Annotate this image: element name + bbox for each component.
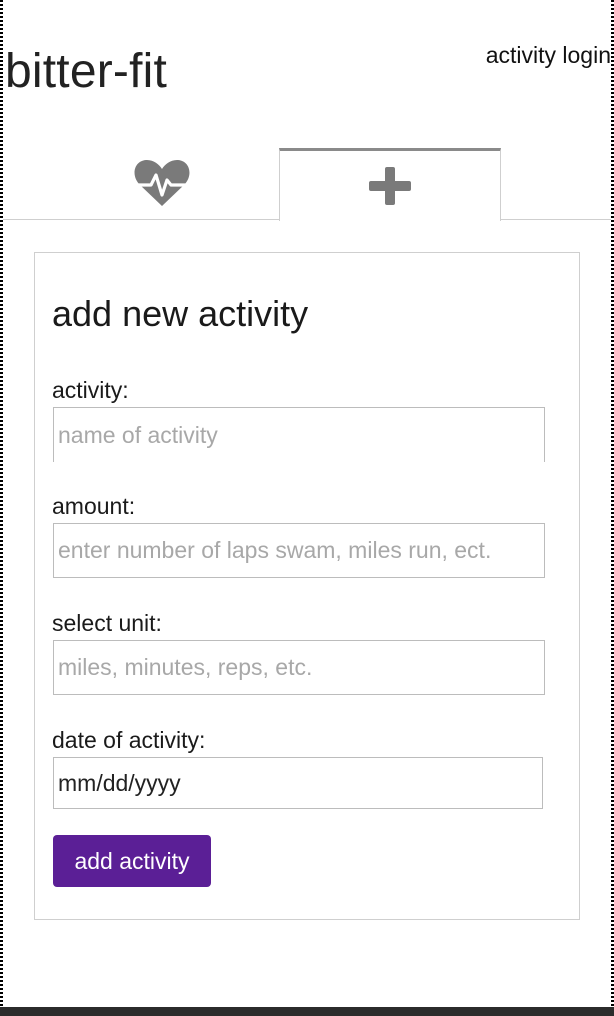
add-activity-card: add new activity activity: amount: selec… <box>34 252 580 920</box>
activity-name-input[interactable] <box>53 407 545 462</box>
add-activity-button[interactable]: add activity <box>53 835 211 887</box>
activity-label: activity: <box>52 377 129 403</box>
form-heading: add new activity <box>52 293 309 334</box>
app-viewport: bitter-fit activity login add new activi… <box>3 0 611 1007</box>
unit-input[interactable] <box>53 640 545 695</box>
window-bottom-strip <box>0 1007 614 1016</box>
amount-label: amount: <box>52 493 136 519</box>
tab-bar <box>3 148 611 221</box>
amount-input[interactable] <box>53 523 545 578</box>
date-label: date of activity: <box>52 727 206 753</box>
heart-pulse-icon <box>134 159 190 206</box>
tab-activity-log[interactable] <box>133 158 191 208</box>
unit-label: select unit: <box>52 610 162 636</box>
app-title: bitter-fit <box>5 45 168 98</box>
activity-login-link[interactable]: activity login <box>486 42 611 69</box>
date-input[interactable] <box>53 757 543 809</box>
plus-icon <box>369 167 411 205</box>
tab-add-activity[interactable] <box>279 148 501 221</box>
